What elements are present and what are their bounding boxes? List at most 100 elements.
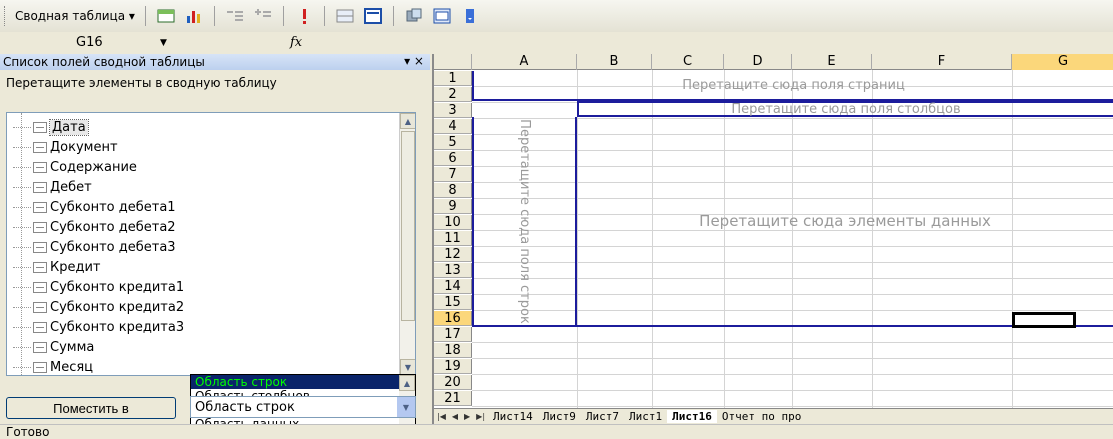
- toolbar-options-icon[interactable]: [459, 6, 481, 26]
- spreadsheet-grid[interactable]: ABCDEFG 1 2 3 4 5 6 7 8 9 10 11 12 13 14 15 16 17 18 19 20 2…: [432, 54, 1113, 424]
- field-item[interactable]: Субконто кредита2: [13, 297, 184, 317]
- column-header[interactable]: D: [724, 54, 792, 70]
- row-header[interactable]: 9: [434, 199, 472, 214]
- active-cell-g16[interactable]: [1012, 312, 1076, 328]
- row-header[interactable]: 18: [434, 343, 472, 358]
- field-list-icon[interactable]: [431, 6, 453, 26]
- row-header[interactable]: 20: [434, 375, 472, 390]
- scroll-thumb[interactable]: [401, 131, 415, 321]
- page-fields-drop-zone[interactable]: Перетащите сюда поля страниц: [472, 71, 1113, 101]
- row-header[interactable]: 15: [434, 295, 472, 310]
- field-item[interactable]: Кредит: [13, 257, 101, 277]
- field-item[interactable]: Субконто дебета1: [13, 197, 176, 217]
- row-header[interactable]: 19: [434, 359, 472, 374]
- column-header[interactable]: G: [1012, 54, 1113, 70]
- row-header[interactable]: 16: [434, 311, 472, 326]
- next-sheet-icon[interactable]: ▶: [464, 412, 470, 421]
- field-item[interactable]: Дата: [13, 117, 89, 137]
- row-header[interactable]: 6: [434, 151, 472, 166]
- row-header[interactable]: 14: [434, 279, 472, 294]
- row-header[interactable]: 11: [434, 231, 472, 246]
- field-settings-icon[interactable]: [334, 6, 356, 26]
- prev-sheet-icon[interactable]: ◀: [452, 412, 458, 421]
- field-item[interactable]: Дебет: [13, 177, 92, 197]
- scroll-down-icon[interactable]: ▼: [400, 359, 415, 375]
- row-header[interactable]: 10: [434, 215, 472, 230]
- sheet-tab-bar: |◀ ◀ ▶ ▶| Лист14 Лист9 Лист7 Лист1 Лист16 Отч…: [434, 408, 1113, 424]
- grid-line: [472, 406, 1113, 407]
- fx-icon[interactable]: fx: [290, 35, 302, 50]
- grid-line: [472, 358, 1113, 359]
- sheet-tab[interactable]: Лист14: [488, 410, 538, 423]
- row-header[interactable]: 5: [434, 135, 472, 150]
- toolbar-grip[interactable]: [4, 6, 7, 26]
- name-box[interactable]: G16: [40, 33, 180, 52]
- dropdown-option[interactable]: Область строк: [191, 375, 399, 389]
- sheet-tab[interactable]: Лист7: [581, 410, 624, 423]
- column-headers: ABCDEFG: [434, 54, 1113, 70]
- field-item[interactable]: Субконто кредита3: [13, 317, 184, 337]
- scroll-up-icon[interactable]: ▲: [400, 113, 415, 129]
- data-items-drop-zone[interactable]: Перетащите сюда элементы данных: [577, 117, 1113, 327]
- sheet-tab[interactable]: Отчет по про: [717, 410, 806, 423]
- row-header[interactable]: 8: [434, 183, 472, 198]
- first-sheet-icon[interactable]: |◀: [437, 412, 446, 421]
- column-header[interactable]: E: [792, 54, 872, 70]
- field-item[interactable]: Документ: [13, 137, 118, 157]
- sheet-tab[interactable]: Лист9: [538, 410, 581, 423]
- last-sheet-icon[interactable]: ▶|: [476, 412, 485, 421]
- grid-line: [472, 342, 1113, 343]
- field-item[interactable]: Субконто дебета3: [13, 237, 176, 257]
- field-item[interactable]: Сумма: [13, 337, 94, 357]
- field-icon: [33, 241, 47, 253]
- row-header[interactable]: 17: [434, 327, 472, 342]
- show-detail-icon[interactable]: [252, 6, 274, 26]
- select-all-corner[interactable]: [434, 54, 472, 70]
- hide-detail-icon[interactable]: [224, 6, 246, 26]
- row-header[interactable]: 2: [434, 87, 472, 102]
- row-header[interactable]: 7: [434, 167, 472, 182]
- field-label: Кредит: [50, 259, 101, 275]
- sheet-tab[interactable]: Лист1: [624, 410, 667, 423]
- field-item[interactable]: Субконто дебета2: [13, 217, 176, 237]
- row-header[interactable]: 13: [434, 263, 472, 278]
- scroll-up-icon[interactable]: ▲: [399, 375, 415, 391]
- toolbar-separator: [323, 6, 325, 26]
- field-item[interactable]: Субконто кредита1: [13, 277, 184, 297]
- row-header[interactable]: 12: [434, 247, 472, 262]
- pivot-table-menu[interactable]: Сводная таблица ▾: [11, 7, 139, 25]
- tree-line: [13, 146, 31, 148]
- field-icon: [33, 261, 47, 273]
- field-icon: [33, 361, 47, 373]
- column-header[interactable]: B: [577, 54, 652, 70]
- table-options-icon[interactable]: [362, 6, 384, 26]
- field-list[interactable]: Дата Документ Содержание Дебет Субконто дебе…: [6, 112, 416, 376]
- field-label: Сумма: [50, 339, 95, 355]
- area-select[interactable]: Область строк ▼: [190, 396, 416, 418]
- column-header[interactable]: C: [652, 54, 724, 70]
- pane-close-icon[interactable]: ▾ ×: [404, 54, 424, 68]
- sheet-tab[interactable]: Лист16: [667, 410, 717, 423]
- column-header[interactable]: F: [872, 54, 1012, 70]
- row-header[interactable]: 3: [434, 103, 472, 118]
- refresh-icon[interactable]: [293, 6, 315, 26]
- tree-line: [13, 266, 31, 268]
- chart-wizard-icon[interactable]: [183, 6, 205, 26]
- column-fields-drop-zone[interactable]: Перетащите сюда поля столбцов: [577, 101, 1113, 117]
- row-header[interactable]: 1: [434, 71, 472, 86]
- field-item[interactable]: Содержание: [13, 157, 137, 177]
- field-icon: [33, 141, 47, 153]
- row-fields-drop-zone[interactable]: Перетащите сюда поля строк: [472, 117, 577, 327]
- hide-fields-icon[interactable]: [403, 6, 425, 26]
- row-header[interactable]: 21: [434, 391, 472, 406]
- field-item[interactable]: Месяц: [13, 357, 93, 375]
- chevron-down-icon[interactable]: ▼: [160, 38, 180, 48]
- format-report-icon[interactable]: [155, 6, 177, 26]
- row-header[interactable]: 4: [434, 119, 472, 134]
- column-header[interactable]: A: [472, 54, 577, 70]
- chevron-down-icon[interactable]: ▼: [397, 397, 415, 417]
- pane-header[interactable]: Список полей сводной таблицы ▾ ×: [0, 54, 430, 70]
- place-in-button[interactable]: Поместить в: [6, 397, 176, 419]
- field-label: Субконто дебета3: [50, 239, 176, 255]
- field-list-scrollbar[interactable]: ▲ ▼: [399, 113, 415, 375]
